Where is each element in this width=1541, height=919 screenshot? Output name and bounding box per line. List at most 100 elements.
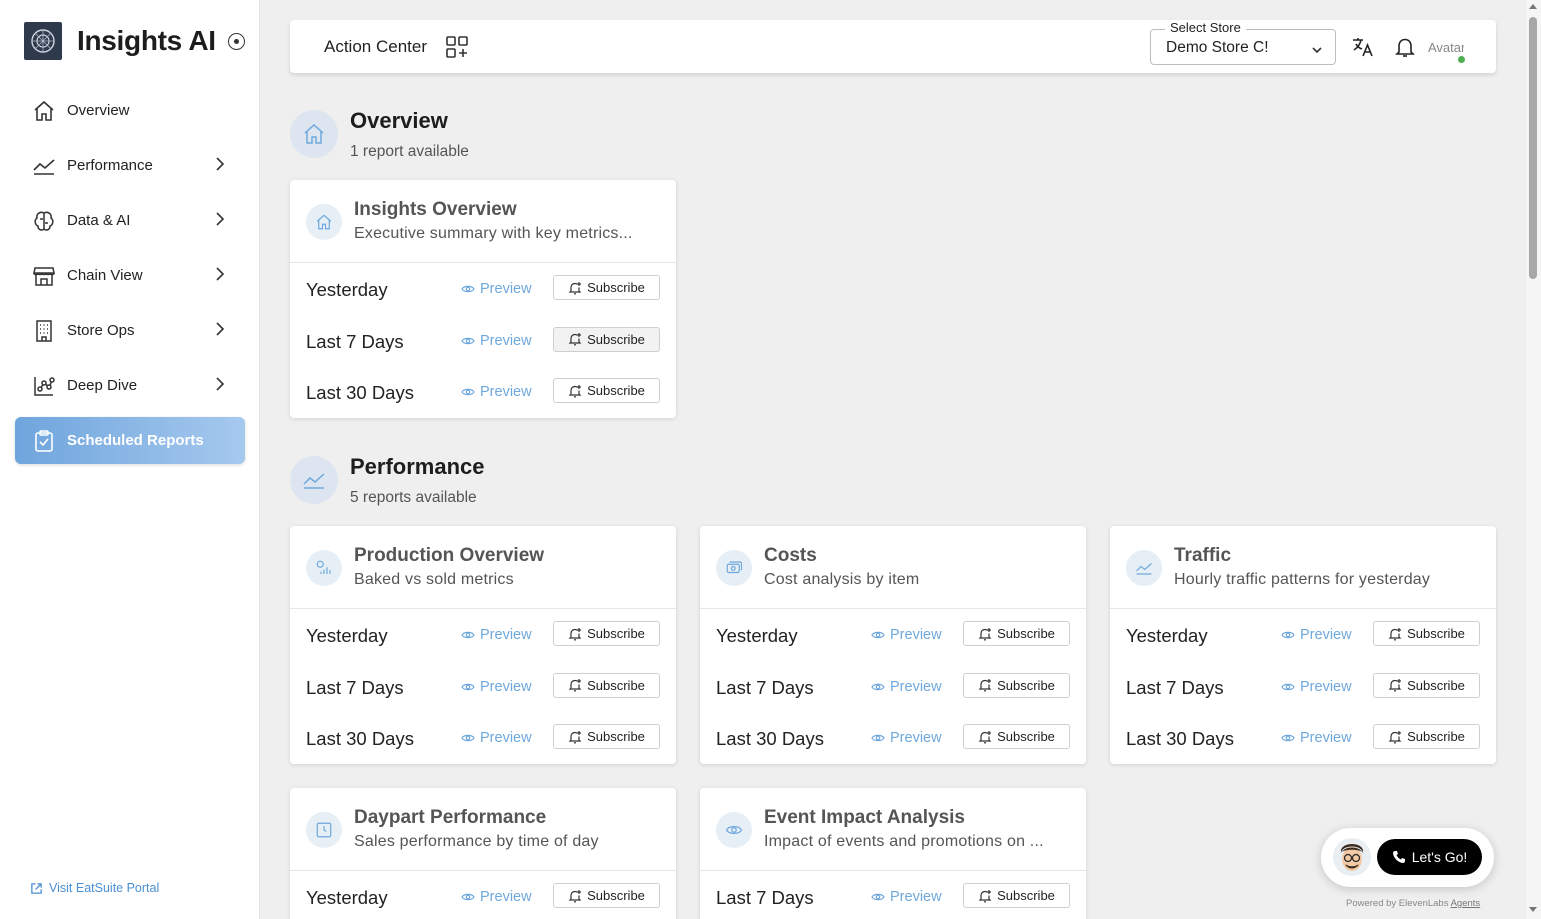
subscribe-button[interactable]: Subscribe xyxy=(963,621,1070,646)
widgets-add-icon[interactable] xyxy=(446,36,468,63)
subscribe-button[interactable]: Subscribe xyxy=(553,883,660,908)
sidebar-item-store-ops[interactable]: Store Ops xyxy=(15,307,245,354)
sidebar-item-overview[interactable]: Overview xyxy=(15,87,245,134)
preview-link[interactable]: Preview xyxy=(461,730,532,746)
report-period-row: Last 30 Days Preview Subscribe xyxy=(700,712,1086,764)
agents-link[interactable]: Agents xyxy=(1451,898,1481,909)
sidebar-item-label: Scheduled Reports xyxy=(67,432,204,449)
bell-plus-icon xyxy=(568,384,582,397)
preview-link[interactable]: Preview xyxy=(871,889,942,905)
store-select[interactable]: Select Store Demo Store C! xyxy=(1150,20,1336,65)
scroll-thumb[interactable] xyxy=(1529,17,1537,279)
chart-bar-icon xyxy=(306,550,342,586)
eye-icon xyxy=(461,337,475,344)
subscribe-label: Subscribe xyxy=(1407,626,1465,641)
sidebar-item-deep-dive[interactable]: Deep Dive xyxy=(15,362,245,409)
eye-icon xyxy=(461,285,475,293)
home-icon xyxy=(306,204,342,240)
chart-line-icon xyxy=(1126,550,1162,586)
subscribe-label: Subscribe xyxy=(997,888,1055,903)
bell-icon[interactable] xyxy=(1393,35,1417,64)
translate-icon[interactable] xyxy=(1351,35,1375,64)
scroll-up-arrow[interactable] xyxy=(1529,4,1537,9)
subscribe-button[interactable]: Subscribe xyxy=(963,724,1070,749)
bell-plus-icon xyxy=(568,281,582,294)
subscribe-button[interactable]: Subscribe xyxy=(553,672,660,698)
sidebar-item-label: Chain View xyxy=(67,267,143,284)
graph-icon xyxy=(31,373,57,399)
preview-link[interactable]: Preview xyxy=(461,384,532,400)
preview-label: Preview xyxy=(480,281,532,297)
section-subtitle: 1 report available xyxy=(350,143,469,160)
scrollbar[interactable] xyxy=(1526,0,1541,919)
preview-link[interactable]: Preview xyxy=(461,333,532,349)
subscribe-button[interactable]: Subscribe xyxy=(1373,672,1480,698)
portal-link-label: Visit EatSuite Portal xyxy=(49,881,160,895)
eye-icon xyxy=(871,893,885,901)
report-card: Production Overview Baked vs sold metrics… xyxy=(290,526,676,764)
period-label: Yesterday xyxy=(306,887,388,908)
subscribe-label: Subscribe xyxy=(997,626,1055,641)
preview-link[interactable]: Preview xyxy=(871,627,942,643)
sidebar-item-scheduled-reports[interactable]: Scheduled Reports xyxy=(15,417,245,464)
report-description: Baked vs sold metrics xyxy=(354,571,514,588)
period-label: Yesterday xyxy=(306,625,388,646)
preview-link[interactable]: Preview xyxy=(1281,627,1352,643)
eye-icon xyxy=(461,388,475,396)
sidebar-item-label: Store Ops xyxy=(67,322,135,339)
subscribe-button[interactable]: Subscribe xyxy=(1373,621,1480,646)
subscribe-button[interactable]: Subscribe xyxy=(553,621,660,646)
top-header: Action Center Select Store Demo Store C!… xyxy=(290,20,1496,73)
subscribe-label: Subscribe xyxy=(1407,677,1465,693)
app-logo xyxy=(24,22,62,60)
subscribe-button[interactable]: Subscribe xyxy=(963,672,1070,698)
preview-link[interactable]: Preview xyxy=(461,281,532,297)
store-icon xyxy=(31,263,57,289)
store-select-label: Select Store xyxy=(1165,20,1246,35)
scroll-down-arrow[interactable] xyxy=(1529,907,1537,912)
section-title: Performance xyxy=(350,454,485,479)
building-icon xyxy=(31,318,57,344)
preview-link[interactable]: Preview xyxy=(461,889,532,905)
action-center-label[interactable]: Action Center xyxy=(324,37,427,57)
report-period-row: Last 7 Days Preview Subscribe xyxy=(700,871,1086,919)
bell-plus-icon xyxy=(978,730,992,743)
subscribe-label: Subscribe xyxy=(997,729,1055,744)
period-label: Last 7 Days xyxy=(306,330,404,352)
preview-link[interactable]: Preview xyxy=(1281,679,1352,695)
report-card: Insights Overview Executive summary with … xyxy=(290,180,676,418)
subscribe-button[interactable]: Subscribe xyxy=(553,326,660,352)
preview-label: Preview xyxy=(480,627,532,643)
preview-label: Preview xyxy=(480,730,532,746)
chevron-down-icon xyxy=(1311,42,1323,60)
sidebar-item-performance[interactable]: Performance xyxy=(15,142,245,189)
report-period-row: Yesterday Preview Subscribe xyxy=(290,263,676,315)
external-link-icon xyxy=(31,882,42,894)
subscribe-button[interactable]: Subscribe xyxy=(553,378,660,403)
eye-icon xyxy=(871,734,885,742)
subscribe-button[interactable]: Subscribe xyxy=(553,275,660,300)
subscribe-button[interactable]: Subscribe xyxy=(553,724,660,749)
brand: Insights AI xyxy=(24,22,245,60)
preview-label: Preview xyxy=(1300,730,1352,746)
subscribe-button[interactable]: Subscribe xyxy=(1373,724,1480,749)
subscribe-button[interactable]: Subscribe xyxy=(963,883,1070,908)
bell-plus-icon xyxy=(568,889,582,902)
sidebar-item-chain-view[interactable]: Chain View xyxy=(15,252,245,299)
lets-go-button[interactable]: Let's Go! xyxy=(1377,839,1482,875)
brain-icon xyxy=(31,208,57,234)
portal-link[interactable]: Visit EatSuite Portal xyxy=(30,881,159,895)
info-icon[interactable] xyxy=(227,32,245,50)
preview-link[interactable]: Preview xyxy=(461,679,532,695)
preview-link[interactable]: Preview xyxy=(871,730,942,746)
subscribe-label: Subscribe xyxy=(587,280,645,295)
avatar[interactable]: Avatar xyxy=(1428,32,1466,63)
bell-plus-icon xyxy=(978,679,992,692)
period-label: Last 30 Days xyxy=(306,382,414,403)
preview-link[interactable]: Preview xyxy=(461,627,532,643)
sidebar-item-data-ai[interactable]: Data & AI xyxy=(15,197,245,244)
preview-link[interactable]: Preview xyxy=(871,679,942,695)
subscribe-label: Subscribe xyxy=(997,677,1055,693)
powered-by-text: Powered by ElevenLabs xyxy=(1346,898,1449,909)
preview-link[interactable]: Preview xyxy=(1281,730,1352,746)
